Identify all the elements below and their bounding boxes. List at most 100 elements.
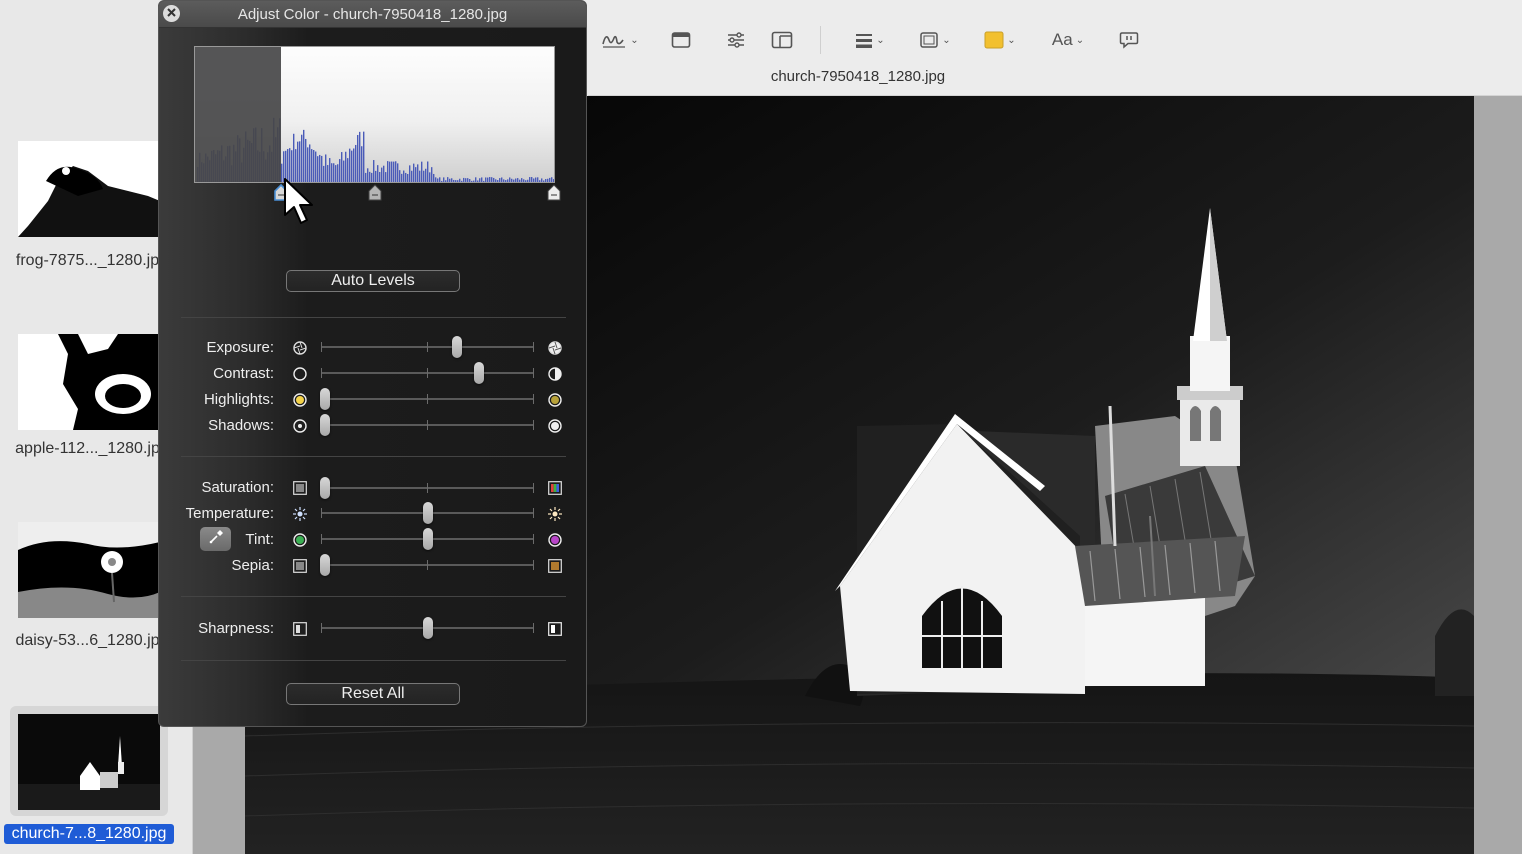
temperature-warm-icon [548, 507, 562, 521]
window-icon [671, 31, 691, 49]
histogram-bar [323, 165, 325, 182]
histogram-bar [421, 161, 423, 182]
thumbnail-image[interactable] [18, 141, 160, 237]
histogram-bar [483, 180, 485, 182]
crop-button[interactable] [770, 28, 794, 52]
sepia-slider-knob[interactable] [320, 554, 331, 576]
histogram-bar [493, 177, 495, 182]
sepia-slider[interactable] [320, 554, 534, 576]
midpoint-handle[interactable] [368, 184, 382, 202]
adjust-color-panel: Adjust Color - church-7950418_1280.jpg A… [158, 0, 587, 727]
sharpness-slider[interactable] [321, 617, 534, 639]
exposure-slider-knob[interactable] [452, 336, 463, 358]
sharpness-high-icon [548, 622, 562, 636]
histogram-bar [551, 177, 553, 182]
histogram-bar [495, 179, 497, 182]
histogram-bar [403, 170, 405, 182]
temperature-slider-knob[interactable] [422, 502, 433, 524]
fill-color-button[interactable]: ⌄ [980, 28, 1020, 52]
saturation-low-icon [293, 481, 307, 495]
histogram-bar [463, 177, 465, 182]
tint-slider-knob[interactable] [422, 528, 433, 550]
sharpness-low-icon [293, 622, 307, 636]
signature-icon [601, 30, 627, 50]
histogram-bar [435, 177, 437, 182]
saturation-slider-knob[interactable] [320, 477, 331, 499]
histogram-bar [325, 154, 327, 182]
histogram-bar [363, 131, 365, 182]
annotate-button[interactable] [1118, 28, 1140, 52]
histogram-bar [361, 146, 363, 182]
histogram-bar [367, 168, 369, 182]
thumbnail-image[interactable] [18, 334, 160, 430]
signature-button[interactable]: ⌄ [598, 28, 642, 52]
shadows-slider-knob[interactable] [320, 414, 331, 436]
histogram-bar [491, 177, 493, 182]
histogram-bar [319, 154, 321, 182]
text-style-button[interactable]: Aa ⌄ [1046, 28, 1090, 52]
thumbnail-image[interactable] [18, 522, 160, 618]
histogram-bar [501, 177, 503, 182]
histogram-bar [489, 177, 491, 182]
histogram-bar [347, 158, 349, 182]
histogram-bar [537, 177, 539, 182]
reset-all-button[interactable]: Reset All [286, 683, 460, 705]
histogram-bar [485, 177, 487, 182]
histogram-bar [335, 165, 337, 182]
histogram-bar [505, 180, 507, 182]
highlights-low-icon [293, 393, 307, 407]
histogram-bar [409, 165, 411, 182]
histogram-bar [401, 173, 403, 182]
thumbnail-image[interactable] [18, 714, 160, 810]
white-point-handle[interactable] [547, 184, 561, 202]
divider [181, 456, 566, 457]
levels-histogram[interactable] [194, 46, 555, 183]
crop-icon [771, 31, 793, 49]
border-style-button[interactable]: ⌄ [915, 28, 955, 52]
contrast-slider-knob[interactable] [473, 362, 484, 384]
chevron-down-icon: ⌄ [942, 34, 951, 46]
histogram-bar [459, 178, 461, 182]
highlights-high-icon [548, 393, 562, 407]
temperature-label: Temperature: [185, 505, 274, 522]
histogram-bar [527, 179, 529, 182]
histogram-bar [455, 180, 457, 182]
histogram-bar [451, 178, 453, 182]
histogram-bar [447, 177, 449, 182]
sepia-label: Sepia: [231, 557, 274, 574]
histogram-bar [293, 133, 295, 182]
histogram-bar [449, 178, 451, 182]
chevron-down-icon: ⌄ [1007, 34, 1016, 46]
histogram-bar [303, 129, 305, 182]
auto-levels-button[interactable]: Auto Levels [286, 270, 460, 292]
highlights-slider-knob[interactable] [320, 388, 331, 410]
contrast-slider[interactable] [321, 362, 534, 384]
histogram-bar [337, 164, 339, 182]
histogram-bar [413, 163, 415, 182]
adjust-color-button[interactable] [725, 28, 747, 52]
histogram-bar [513, 179, 515, 182]
temperature-slider[interactable] [321, 502, 534, 524]
line-style-button[interactable]: ⌄ [852, 28, 888, 52]
tint-slider[interactable] [321, 528, 534, 550]
exposure-label: Exposure: [206, 339, 274, 356]
shadows-slider[interactable] [320, 414, 534, 436]
sepia-low-icon [293, 559, 307, 573]
histogram-bar [343, 160, 345, 182]
markup-toolbar: ⌄ ⌄ ⌄ ⌄ Aa ⌄ church-7950418_1280.jpg [588, 0, 1522, 96]
saturation-slider[interactable] [320, 477, 534, 499]
window-button[interactable] [670, 28, 692, 52]
highlights-slider[interactable] [320, 388, 534, 410]
histogram-bar [357, 134, 359, 182]
histogram-bar [441, 180, 443, 182]
panel-titlebar[interactable]: Adjust Color - church-7950418_1280.jpg [159, 1, 586, 28]
histogram-bar [355, 144, 357, 182]
histogram-bar [497, 180, 499, 182]
sharpness-slider-knob[interactable] [422, 617, 433, 639]
exposure-slider[interactable] [321, 336, 534, 358]
aperture-bright-icon [548, 341, 562, 355]
histogram-bar [415, 167, 417, 182]
histogram-bar [475, 177, 477, 182]
histogram-bar [553, 179, 554, 182]
histogram-bar [305, 138, 307, 182]
